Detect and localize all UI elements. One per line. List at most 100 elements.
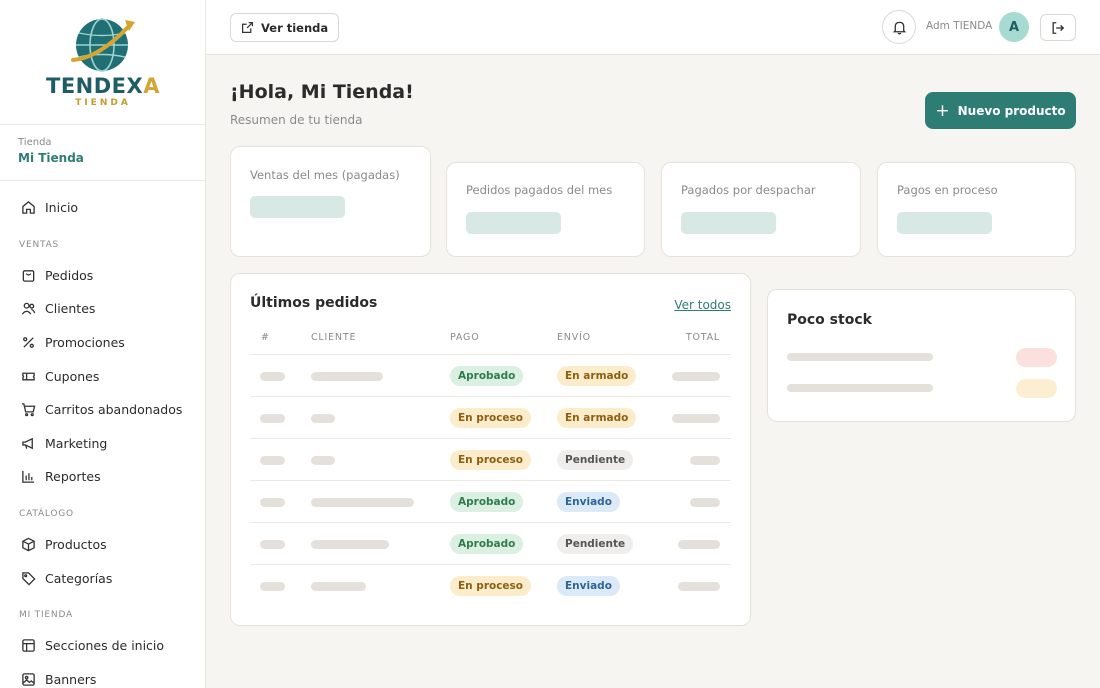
table-row[interactable]: Aprobado Enviado bbox=[231, 481, 750, 523]
sidebar-item-promociones[interactable]: Promociones bbox=[0, 326, 205, 360]
sidebar-item-label: Promociones bbox=[45, 335, 125, 351]
nav-section-catalogo: CATÁLOGO bbox=[19, 508, 74, 519]
sidebar-item-label: Pedidos bbox=[45, 267, 94, 283]
sidebar-item-label: Banners bbox=[45, 671, 97, 687]
client-placeholder bbox=[311, 414, 335, 423]
view-store-button[interactable]: Ver tienda bbox=[230, 13, 340, 42]
col-header-total: TOTAL bbox=[685, 332, 720, 343]
table-row[interactable]: En proceso En armado bbox=[231, 397, 750, 439]
sidebar-item-productos[interactable]: Productos bbox=[0, 528, 205, 562]
shipping-badge: En armado bbox=[557, 408, 637, 428]
percent-icon bbox=[20, 335, 36, 351]
client-placeholder bbox=[311, 582, 366, 591]
new-product-button[interactable]: + Nuevo producto bbox=[925, 92, 1076, 129]
shipping-badge: Enviado bbox=[557, 576, 620, 596]
table-row[interactable]: Aprobado Pendiente bbox=[231, 523, 750, 565]
sidebar-item-reportes[interactable]: Reportes bbox=[0, 460, 205, 494]
store-label: Tienda bbox=[18, 137, 52, 148]
stat-value-placeholder bbox=[681, 212, 776, 234]
sidebar-item-label: Categorías bbox=[45, 570, 113, 586]
brand-logo[interactable]: TENDEXA TIENDA bbox=[0, 0, 205, 125]
col-header-payment: PAGO bbox=[450, 332, 480, 343]
notifications-button[interactable] bbox=[882, 10, 916, 44]
client-placeholder bbox=[311, 372, 383, 381]
sidebar-item-label: Productos bbox=[45, 537, 107, 553]
col-header-num: # bbox=[261, 332, 270, 343]
stat-label: Ventas del mes (pagadas) bbox=[250, 168, 400, 182]
plus-icon: + bbox=[935, 100, 950, 121]
image-icon bbox=[20, 671, 36, 687]
sidebar-item-label: Carritos abandonados bbox=[45, 402, 183, 418]
total-placeholder bbox=[690, 456, 720, 465]
shopping-bag-icon bbox=[20, 267, 36, 283]
stock-item-placeholder bbox=[787, 353, 933, 361]
stat-value-placeholder bbox=[466, 212, 561, 234]
home-icon bbox=[20, 200, 36, 216]
order-num-placeholder bbox=[260, 540, 285, 549]
stock-item-placeholder bbox=[787, 384, 933, 392]
stat-label: Pedidos pagados del mes bbox=[466, 183, 613, 197]
new-product-label: Nuevo producto bbox=[957, 103, 1066, 118]
shipping-badge: Enviado bbox=[557, 492, 620, 512]
order-num-placeholder bbox=[260, 414, 285, 423]
package-icon bbox=[20, 537, 36, 553]
sidebar-item-label: Secciones de inicio bbox=[45, 638, 165, 654]
shipping-badge: En armado bbox=[557, 366, 637, 386]
sidebar: TENDEXA TIENDA Tienda Mi Tienda Inicio V… bbox=[0, 0, 206, 688]
sidebar-item-clientes[interactable]: Clientes bbox=[0, 292, 205, 326]
stock-badge-placeholder bbox=[1016, 379, 1057, 398]
stat-card-por-despachar: Pagados por despachar bbox=[661, 162, 861, 257]
bell-icon bbox=[892, 21, 906, 34]
topbar: Ver tienda Adm TIENDA A bbox=[206, 0, 1100, 55]
stat-label: Pagados por despachar bbox=[681, 183, 816, 197]
sidebar-item-categorias[interactable]: Categorías bbox=[0, 561, 205, 595]
ticket-icon bbox=[20, 368, 36, 384]
payment-badge: En proceso bbox=[450, 408, 532, 428]
payment-badge: Aprobado bbox=[450, 492, 524, 512]
col-header-shipping: ENVÍO bbox=[557, 332, 591, 343]
latest-orders-card: Últimos pedidos Ver todos # CLIENTE PAGO… bbox=[230, 273, 751, 626]
sidebar-item-marketing[interactable]: Marketing bbox=[0, 427, 205, 461]
tag-icon bbox=[20, 570, 36, 586]
avatar[interactable]: A bbox=[999, 12, 1029, 42]
orders-title: Últimos pedidos bbox=[250, 295, 378, 311]
store-selector: Tienda Mi Tienda bbox=[0, 125, 205, 181]
payment-badge: En proceso bbox=[450, 450, 532, 470]
sidebar-item-label: Cupones bbox=[45, 368, 100, 384]
sidebar-item-pedidos[interactable]: Pedidos bbox=[0, 259, 205, 293]
stat-value-placeholder bbox=[897, 212, 992, 234]
sidebar-item-cupones[interactable]: Cupones bbox=[0, 359, 205, 393]
logout-button[interactable] bbox=[1040, 14, 1076, 41]
users-icon bbox=[20, 301, 36, 317]
payment-badge: Aprobado bbox=[450, 534, 524, 554]
sidebar-item-banners[interactable]: Banners bbox=[0, 663, 205, 688]
sidebar-item-label: Reportes bbox=[45, 469, 101, 485]
order-num-placeholder bbox=[260, 582, 285, 591]
page-title: ¡Hola, Mi Tienda! bbox=[230, 81, 414, 103]
payment-badge: Aprobado bbox=[450, 366, 524, 386]
low-stock-card: Poco stock bbox=[767, 289, 1076, 422]
external-link-icon bbox=[242, 22, 253, 33]
megaphone-icon bbox=[20, 435, 36, 451]
bar-chart-icon bbox=[20, 469, 36, 485]
table-row[interactable]: En proceso Pendiente bbox=[231, 439, 750, 481]
sidebar-item-carritos[interactable]: Carritos abandonados bbox=[0, 393, 205, 427]
sidebar-item-inicio[interactable]: Inicio bbox=[0, 191, 205, 225]
store-name: Mi Tienda bbox=[18, 151, 84, 165]
page-subtitle: Resumen de tu tienda bbox=[230, 113, 363, 127]
shipping-badge: Pendiente bbox=[557, 450, 634, 470]
stat-label: Pagos en proceso bbox=[897, 183, 998, 197]
total-placeholder bbox=[690, 498, 720, 507]
stat-card-pedidos-pagados: Pedidos pagados del mes bbox=[446, 162, 645, 257]
nav-section-ventas: VENTAS bbox=[19, 239, 60, 250]
total-placeholder bbox=[678, 582, 720, 591]
stat-card-en-proceso: Pagos en proceso bbox=[877, 162, 1076, 257]
sidebar-item-secciones[interactable]: Secciones de inicio bbox=[0, 629, 205, 663]
view-store-label: Ver tienda bbox=[261, 20, 329, 35]
table-row[interactable]: En proceso Enviado bbox=[231, 565, 750, 607]
table-row[interactable]: Aprobado En armado bbox=[231, 355, 750, 397]
client-placeholder bbox=[311, 456, 335, 465]
view-all-orders-link[interactable]: Ver todos bbox=[674, 298, 731, 312]
globe-logo-icon bbox=[71, 18, 135, 72]
sidebar-item-label: Clientes bbox=[45, 301, 96, 317]
